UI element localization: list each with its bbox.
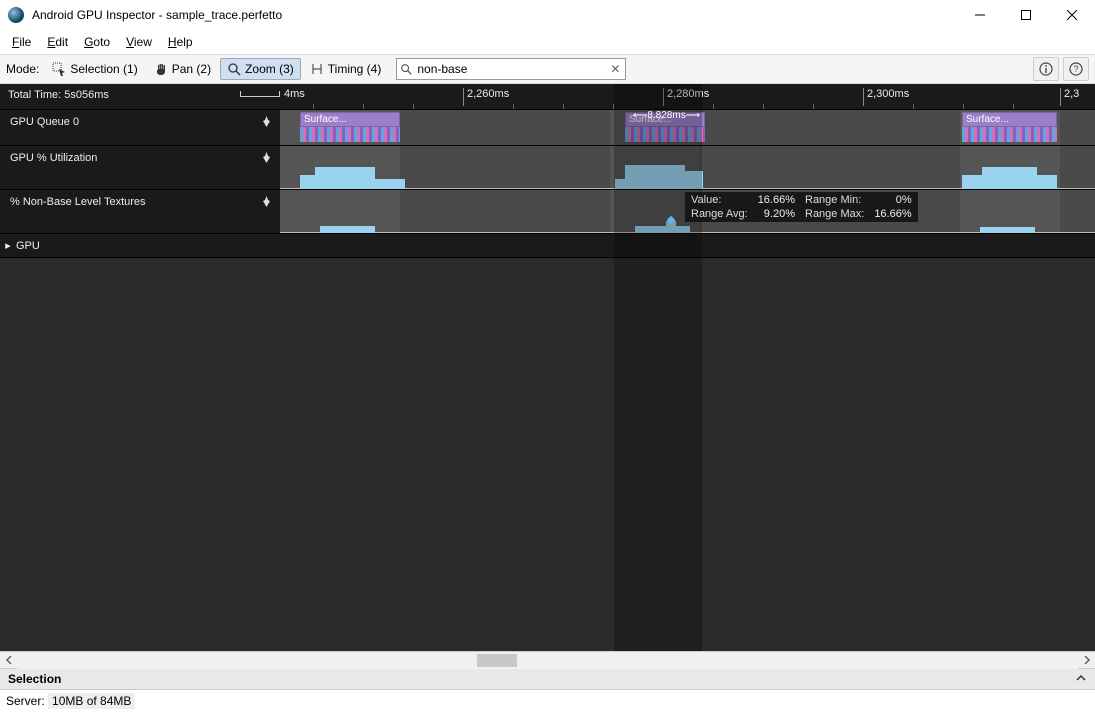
track-label-gpu-queue: GPU Queue 0 [0,110,280,145]
track-gpu-queue: GPU Queue 0 Surface... Surface... Surfac… [0,110,1095,146]
mode-pan-label: Pan (2) [172,62,211,76]
statusbar: Server: 10MB of 84MB [0,690,1095,712]
scrollbar-thumb[interactable] [477,654,517,667]
scrollbar-track[interactable] [17,652,1078,669]
pin-icon[interactable] [261,152,272,166]
mode-zoom-label: Zoom (3) [245,62,294,76]
mode-selection-label: Selection (1) [70,62,137,76]
timing-icon [310,62,324,76]
pin-icon[interactable] [261,196,272,210]
ruler-tick: 2,260ms [463,88,509,106]
pin-icon[interactable] [261,116,272,130]
maximize-button[interactable] [1003,0,1049,30]
ruler-tick: 2,3 [1060,88,1079,106]
server-memory: 10MB of 84MB [48,693,135,709]
track-label-gpu-util: GPU % Utilization [0,146,280,189]
toolbar: Mode: Selection (1) Pan (2) Zoom (3) Tim… [0,54,1095,84]
menu-goto[interactable]: Goto [76,33,118,51]
mode-label: Mode: [6,62,39,76]
close-button[interactable] [1049,0,1095,30]
help-button[interactable]: ? [1063,57,1089,81]
selection-width-label: ⟵8.828ms⟶ [633,110,700,121]
tooltip: Value:16.66% Range Min:0% Range Avg:9.20… [685,192,918,222]
menubar: File Edit Goto View Help [0,30,1095,54]
server-label: Server: [6,694,45,708]
pan-icon [154,62,168,76]
track-textures: % Non-Base Level Textures Value:16.66% R… [0,190,1095,234]
mode-selection[interactable]: Selection (1) [45,58,144,80]
search-box[interactable]: ✕ [396,58,626,80]
surface-block[interactable]: Surface... [300,112,400,142]
mode-timing[interactable]: Timing (4) [303,58,389,80]
ruler-tick: 2,300ms [863,88,909,106]
selection-icon [52,62,66,76]
search-input[interactable] [415,62,605,76]
total-time-label: Total Time: 5s056ms [0,84,280,109]
timeline-empty-area[interactable] [0,258,1095,651]
ruler-scale: 4ms [240,88,305,100]
mode-zoom[interactable]: Zoom (3) [220,58,301,80]
clear-search-button[interactable]: ✕ [605,62,625,76]
menu-edit[interactable]: Edit [39,33,76,51]
selection-region[interactable] [614,84,702,651]
timeline[interactable]: Total Time: 5s056ms 4ms 2,260ms 2,280ms … [0,84,1095,651]
track-label-textures: % Non-Base Level Textures [0,190,280,233]
track-gpu-expand[interactable]: ▸ GPU [0,234,1095,258]
chevron-right-icon: ▸ [0,239,16,252]
horizontal-scrollbar[interactable] [0,651,1095,668]
titlebar: Android GPU Inspector - sample_trace.per… [0,0,1095,30]
minimize-button[interactable] [957,0,1003,30]
zoom-icon [227,62,241,76]
mode-timing-label: Timing (4) [328,62,382,76]
selection-panel-header[interactable]: Selection [0,668,1095,690]
selection-panel-title: Selection [8,672,61,686]
scroll-right-button[interactable] [1078,652,1095,669]
mode-pan[interactable]: Pan (2) [147,58,218,80]
info-button[interactable] [1033,57,1059,81]
menu-view[interactable]: View [118,33,160,51]
app-icon [8,7,24,23]
search-icon [397,63,415,75]
scroll-left-button[interactable] [0,652,17,669]
chevron-up-icon [1075,672,1087,687]
menu-file[interactable]: File [4,33,39,51]
window-title: Android GPU Inspector - sample_trace.per… [32,8,282,22]
menu-help[interactable]: Help [160,33,201,51]
track-gpu-util: GPU % Utilization [0,146,1095,190]
surface-block[interactable]: Surface... [962,112,1057,142]
window-controls [957,0,1095,30]
svg-text:?: ? [1073,64,1078,74]
timeline-header: Total Time: 5s056ms 4ms 2,260ms 2,280ms … [0,84,1095,110]
